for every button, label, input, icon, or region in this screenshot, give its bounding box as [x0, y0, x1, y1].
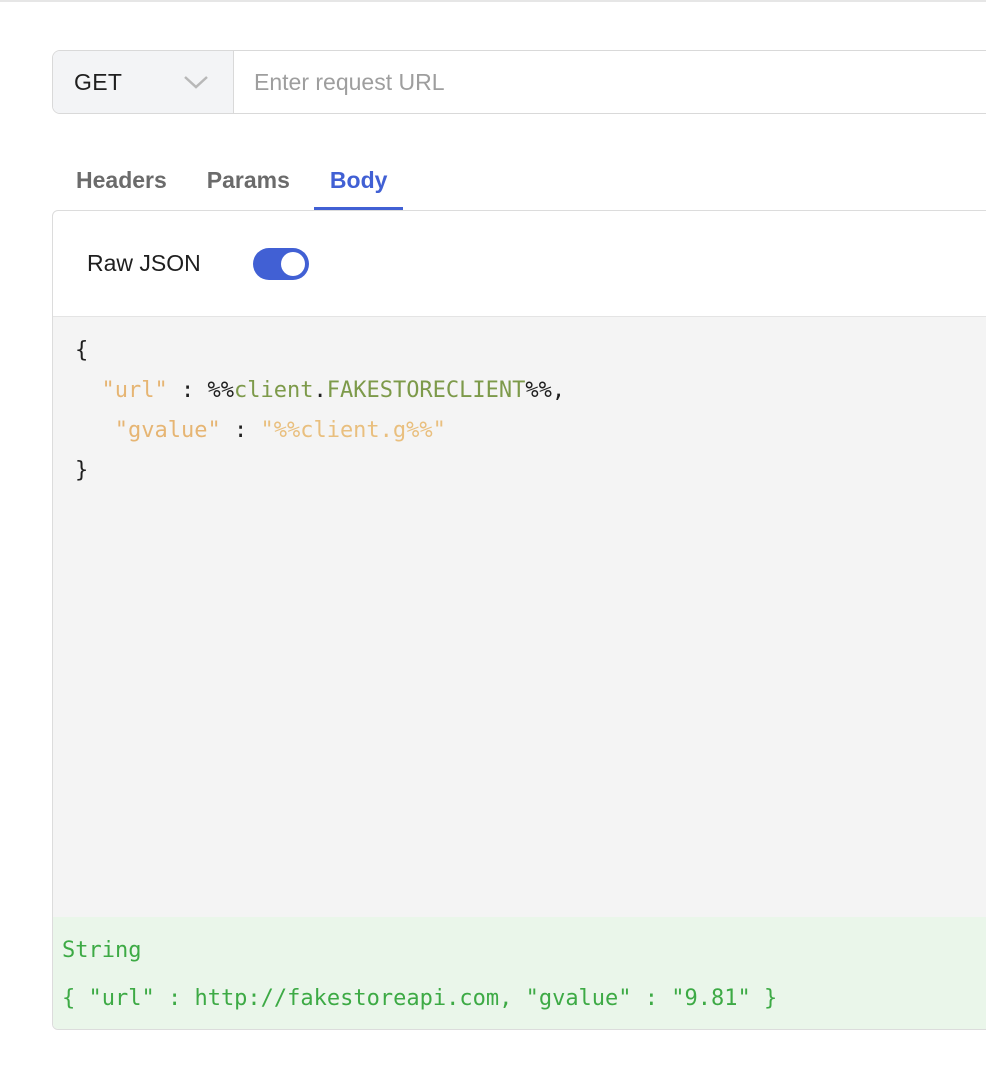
- json-separator: :: [167, 378, 208, 403]
- variable-suffix: %%: [525, 378, 552, 403]
- raw-json-toggle[interactable]: [252, 247, 309, 280]
- json-editor[interactable]: { "url" : %%client.FAKESTORECLIENT%%, "g…: [53, 317, 986, 917]
- variable-scope: client: [233, 378, 314, 403]
- url-input[interactable]: [234, 51, 986, 113]
- variable-name: FAKESTORECLIENT: [326, 378, 526, 403]
- code-line: "url" : %%client.FAKESTORECLIENT%%,: [53, 371, 986, 411]
- result-type-label: String: [62, 938, 142, 963]
- json-key: "url": [101, 378, 168, 403]
- close-brace: }: [75, 458, 89, 483]
- code-line: }: [53, 451, 986, 491]
- body-panel: Raw JSON { "url" : %%client.FAKESTORECLI…: [52, 210, 986, 1030]
- request-bar: GET: [52, 50, 986, 114]
- code-line: {: [53, 331, 986, 371]
- trailing-comma: ,: [551, 378, 566, 403]
- raw-json-label: Raw JSON: [87, 250, 201, 276]
- json-key: "gvalue": [114, 418, 221, 443]
- chevron-down-icon: [184, 76, 208, 89]
- result-value: { "url" : http://fakestoreapi.com, "gval…: [62, 986, 778, 1011]
- variable-prefix: %%: [207, 378, 234, 403]
- tab-params[interactable]: Params: [191, 150, 306, 210]
- request-tabs: Headers Params Body: [60, 150, 411, 210]
- top-divider: [0, 0, 986, 2]
- result-preview: String { "url" : http://fakestoreapi.com…: [53, 917, 986, 1029]
- toggle-knob: [280, 251, 305, 276]
- method-label: GET: [74, 68, 123, 95]
- open-brace: {: [75, 338, 89, 363]
- json-string-value: "%%client.g%%": [260, 418, 446, 443]
- tab-body[interactable]: Body: [313, 150, 404, 210]
- json-separator: :: [220, 418, 261, 443]
- method-select[interactable]: GET: [53, 51, 234, 113]
- variable-dot: .: [313, 378, 327, 403]
- tab-headers[interactable]: Headers: [60, 150, 183, 210]
- raw-json-row: Raw JSON: [53, 211, 986, 317]
- code-line: "gvalue" : "%%client.g%%": [53, 411, 986, 451]
